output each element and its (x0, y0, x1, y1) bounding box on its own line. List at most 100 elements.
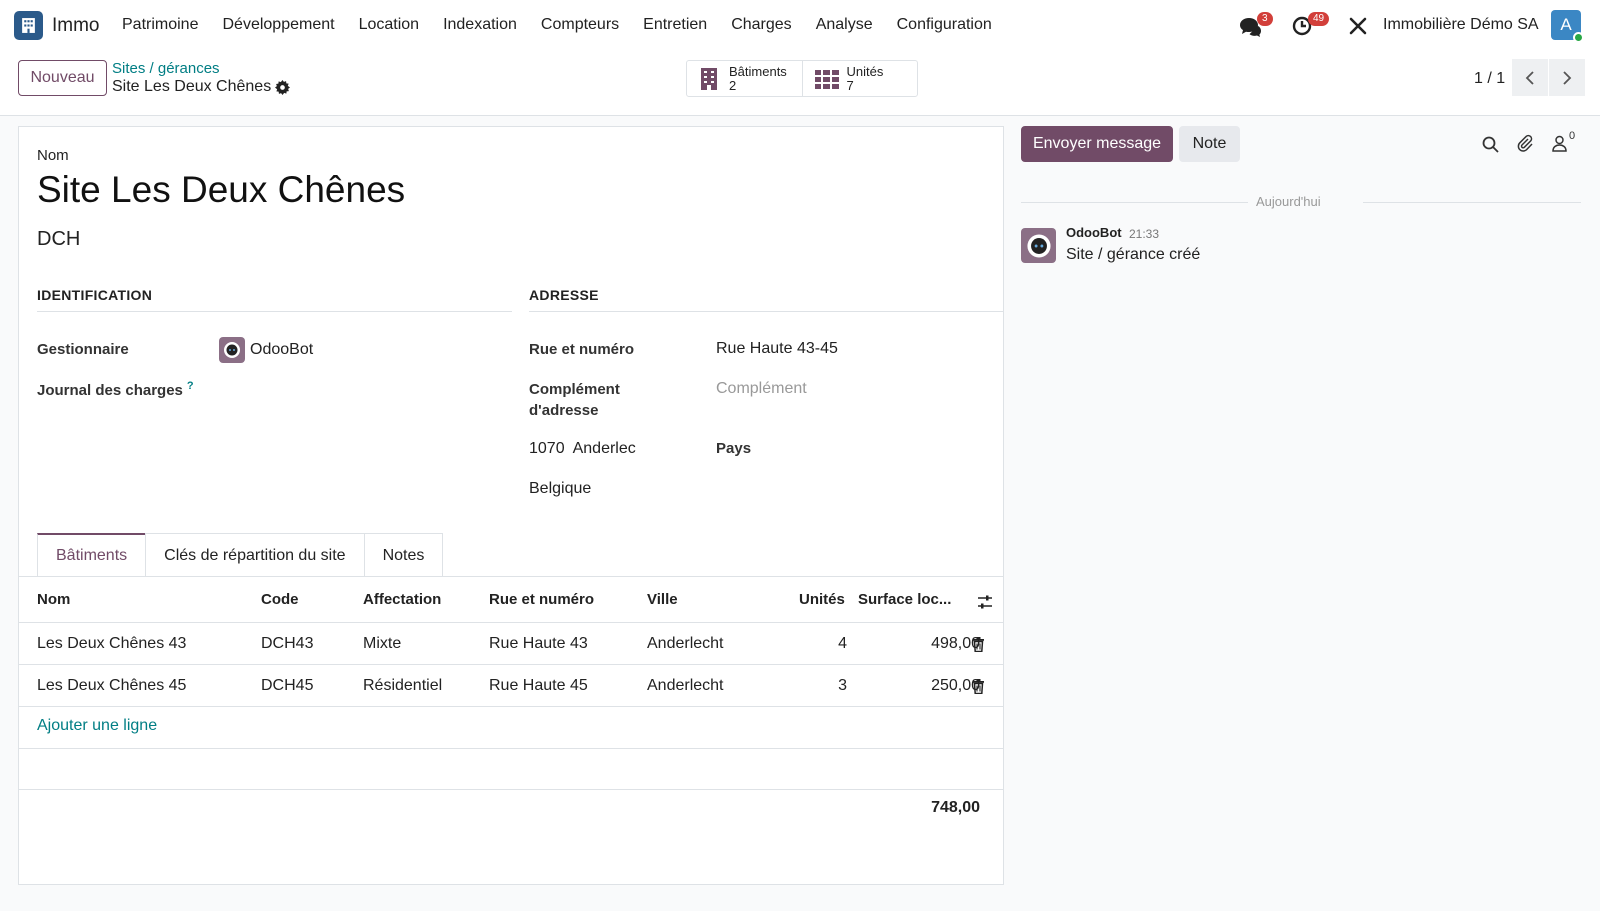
row-divider (19, 706, 1003, 707)
cell-code: DCH45 (261, 677, 314, 694)
menu-developpement[interactable]: Développement (222, 16, 334, 34)
chatter-panel: Envoyer message Note 0 Aujourd'hui OdooB… (1004, 116, 1600, 911)
cell-affectation: Résidentiel (363, 677, 443, 694)
table-row[interactable]: Les Deux Chênes 45 DCH45 Résidentiel Rue… (19, 664, 1003, 706)
menu-configuration[interactable]: Configuration (897, 16, 992, 34)
message-time: 21:33 (1129, 227, 1160, 241)
table-row[interactable]: Les Deux Chênes 43 DCH43 Mixte Rue Haute… (19, 622, 1003, 664)
robot-icon (1026, 233, 1051, 258)
column-header-unites[interactable]: Unités (799, 591, 845, 608)
search-icon[interactable] (1482, 136, 1499, 153)
cell-ville: Anderlecht (647, 635, 724, 652)
pager-next-button[interactable] (1549, 59, 1585, 96)
menu-analyse[interactable]: Analyse (816, 16, 873, 34)
user-icon (1552, 135, 1567, 152)
menu-entretien[interactable]: Entretien (643, 16, 707, 34)
debug-tools-button[interactable] (1349, 10, 1371, 40)
top-navbar: Immo Patrimoine Développement Location I… (0, 0, 1600, 50)
app-name[interactable]: Immo (52, 15, 100, 37)
menu-indexation[interactable]: Indexation (443, 16, 517, 34)
manager-field[interactable]: OdooBot (219, 337, 313, 363)
messages-button[interactable]: 3 (1238, 10, 1273, 40)
pager-previous-button[interactable] (1512, 59, 1548, 96)
complement-label-line2: d'adresse (529, 402, 599, 419)
country-field[interactable]: Belgique (529, 480, 591, 498)
complement-field[interactable]: Complément (716, 380, 807, 398)
messages-badge: 3 (1257, 12, 1273, 26)
tab-batiments[interactable]: Bâtiments (37, 533, 147, 577)
journal-label: Journal des charges? (37, 376, 194, 401)
column-header-rue[interactable]: Rue et numéro (489, 591, 594, 608)
breadcrumb-current: Site Les Deux Chênes (112, 78, 272, 95)
log-note-button[interactable]: Note (1179, 126, 1240, 162)
activities-button[interactable]: 49 (1290, 10, 1336, 40)
code-field[interactable]: DCH (37, 228, 80, 251)
cell-unites: 4 (838, 635, 847, 652)
pager-value[interactable]: 1 / 1 (1474, 70, 1505, 88)
cell-surface: 498,00 (931, 635, 980, 652)
grid-icon (814, 69, 839, 89)
column-header-code[interactable]: Code (261, 591, 299, 608)
date-separator: Aujourd'hui (1021, 194, 1581, 210)
chevron-left-icon (1525, 70, 1534, 85)
message-body: Site / gérance créé (1066, 246, 1201, 263)
app-building-icon[interactable] (14, 11, 43, 40)
smart-button-count: 2 (729, 77, 737, 93)
odoobot-avatar (219, 337, 245, 363)
column-header-affectation[interactable]: Affectation (363, 591, 441, 608)
section-divider (529, 311, 1004, 312)
smart-button-label: Bâtiments (729, 63, 787, 79)
tab-notes[interactable]: Notes (363, 533, 444, 577)
cell-affectation: Mixte (363, 635, 402, 652)
column-header-nom[interactable]: Nom (37, 591, 70, 608)
tools-icon (1349, 17, 1367, 35)
column-settings-icon[interactable] (977, 594, 993, 610)
user-avatar[interactable]: A (1551, 10, 1584, 43)
date-separator-label: Aujourd'hui (1256, 194, 1321, 209)
help-tooltip-icon[interactable]: ? (187, 380, 194, 392)
column-header-ville[interactable]: Ville (647, 591, 678, 608)
building-icon (701, 67, 717, 90)
company-switcher[interactable]: Immobilière Démo SA (1383, 16, 1539, 34)
cell-rue: Rue Haute 43 (489, 635, 588, 652)
complement-label-line1: Complément (529, 381, 620, 398)
trash-icon[interactable] (972, 637, 985, 652)
identification-section-title: IDENTIFICATION (37, 287, 153, 303)
cell-code: DCH43 (261, 635, 314, 652)
add-line-link[interactable]: Ajouter une ligne (37, 717, 157, 735)
smart-buttons: Bâtiments 2 Unités 7 (686, 60, 918, 97)
column-header-surface[interactable]: Surface loc... (858, 591, 951, 608)
menu-patrimoine[interactable]: Patrimoine (122, 16, 198, 34)
author-avatar[interactable] (1021, 228, 1056, 263)
menu-location[interactable]: Location (359, 16, 420, 34)
name-label: Nom (37, 147, 69, 164)
trash-icon[interactable] (972, 679, 985, 694)
name-field[interactable]: Site Les Deux Chênes (37, 169, 405, 211)
row-divider (19, 789, 1003, 790)
manager-label: Gestionnaire (37, 341, 129, 358)
breadcrumb-parent[interactable]: Sites / gérances (112, 60, 220, 77)
followers-button[interactable]: 0 (1552, 130, 1582, 154)
form-sheet: Nom Site Les Deux Chênes DCH IDENTIFICAT… (18, 126, 1004, 885)
main-menu: Patrimoine Développement Location Indexa… (122, 16, 1016, 34)
gear-icon[interactable] (275, 80, 290, 95)
followers-count: 0 (1569, 130, 1576, 142)
cell-surface: 250,00 (931, 677, 980, 694)
cell-unites: 3 (838, 677, 847, 694)
menu-charges[interactable]: Charges (731, 16, 791, 34)
zip-city-field[interactable]: 1070 Anderlec (529, 440, 636, 458)
manager-value: OdooBot (250, 341, 314, 358)
journal-label-text: Journal des charges (37, 382, 183, 399)
send-message-button[interactable]: Envoyer message (1021, 126, 1173, 162)
smart-button-batiments[interactable]: Bâtiments 2 (687, 61, 802, 96)
street-field[interactable]: Rue Haute 43-45 (716, 340, 838, 358)
smart-button-count: 7 (846, 77, 854, 93)
tab-cles-repartition[interactable]: Clés de répartition du site (145, 533, 365, 577)
paperclip-icon[interactable] (1516, 134, 1534, 152)
smart-button-label: Unités (846, 63, 884, 79)
separator-line (1021, 202, 1248, 203)
menu-compteurs[interactable]: Compteurs (541, 16, 619, 34)
online-status-dot (1573, 32, 1584, 43)
smart-button-unites[interactable]: Unités 7 (801, 61, 918, 96)
new-button[interactable]: Nouveau (18, 60, 107, 96)
